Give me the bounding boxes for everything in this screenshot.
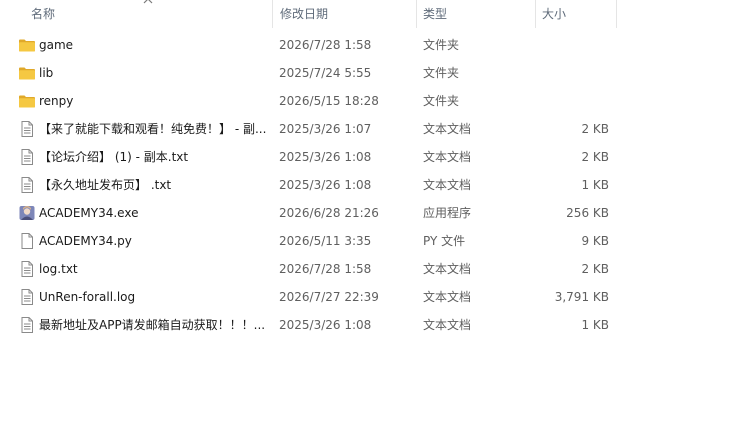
file-name: 最新地址及APP请发邮箱自动获取！！！...: [39, 318, 266, 332]
file-row[interactable]: 【来了就能下载和观看！纯免费！】 - 副... 2025/3/26 1:07 文本文…: [0, 115, 755, 143]
file-modified-date: 2026/7/28 1:58: [279, 262, 372, 276]
column-header-bar: 名称 修改日期 类型 大小: [0, 0, 755, 28]
file-size: [540, 59, 609, 87]
file-size: 9 KB: [581, 234, 609, 248]
file-name: ACADEMY34.exe: [39, 206, 139, 220]
file-row[interactable]: 【永久地址发布页】 .txt 2025/3/26 1:08 文本文档 1 KB: [0, 171, 755, 199]
column-header-date[interactable]: 修改日期: [280, 0, 415, 28]
file-name: ACADEMY34.py: [39, 234, 132, 248]
text-file-icon: [18, 149, 36, 165]
column-divider[interactable]: [535, 0, 536, 28]
text-file-icon: [18, 261, 36, 277]
folder-icon: [18, 37, 36, 53]
file-size: 3,791 KB: [554, 290, 609, 304]
file-modified-date: 2025/7/24 5:55: [279, 66, 372, 80]
blank-file-icon: [18, 233, 36, 249]
file-size: 1 KB: [581, 178, 609, 192]
file-name: 【论坛介绍】 (1) - 副本.txt: [39, 150, 189, 164]
file-size: 1 KB: [581, 318, 609, 332]
file-name: game: [39, 38, 74, 52]
folder-icon: [18, 65, 36, 81]
file-size: 2 KB: [581, 150, 609, 164]
file-type: 文件夹: [423, 38, 460, 52]
file-type: PY 文件: [423, 234, 466, 248]
file-size: 2 KB: [581, 262, 609, 276]
file-type: 文件夹: [423, 66, 460, 80]
column-header-name[interactable]: 名称: [31, 0, 271, 28]
file-name: 【永久地址发布页】 .txt: [39, 178, 172, 192]
column-header-type[interactable]: 类型: [423, 0, 533, 28]
file-type: 文本文档: [423, 122, 472, 136]
column-divider[interactable]: [616, 0, 617, 28]
file-modified-date: 2025/3/26 1:07: [279, 122, 372, 136]
text-file-icon: [18, 317, 36, 333]
file-name: UnRen-forall.log: [39, 290, 136, 304]
file-modified-date: 2026/5/11 3:35: [279, 234, 372, 248]
file-row[interactable]: lib 2025/7/24 5:55 文件夹: [0, 59, 755, 87]
folder-icon: [18, 93, 36, 109]
file-row[interactable]: ACADEMY34.exe 2026/6/28 21:26 应用程序 256 KB: [0, 199, 755, 227]
file-row[interactable]: game 2026/7/28 1:58 文件夹: [0, 31, 755, 59]
file-type: 文本文档: [423, 150, 472, 164]
file-name: renpy: [39, 94, 74, 108]
file-size: [540, 31, 609, 59]
file-size: [540, 87, 609, 115]
column-divider[interactable]: [416, 0, 417, 28]
column-header-size[interactable]: 大小: [542, 0, 612, 28]
file-modified-date: 2026/7/28 1:58: [279, 38, 372, 52]
file-name: log.txt: [39, 262, 78, 276]
file-modified-date: 2025/3/26 1:08: [279, 178, 372, 192]
application-icon: [18, 205, 36, 221]
text-file-icon: [18, 177, 36, 193]
file-row[interactable]: 最新地址及APP请发邮箱自动获取！！！... 2025/3/26 1:08 文本文档…: [0, 311, 755, 339]
file-name: lib: [39, 66, 54, 80]
file-modified-date: 2026/5/15 18:28: [279, 94, 379, 108]
file-type: 文件夹: [423, 94, 460, 108]
text-file-icon: [18, 289, 36, 305]
text-file-icon: [18, 121, 36, 137]
file-modified-date: 2025/3/26 1:08: [279, 318, 372, 332]
file-modified-date: 2026/7/27 22:39: [279, 290, 379, 304]
file-type: 文本文档: [423, 290, 472, 304]
file-row[interactable]: ACADEMY34.py 2026/5/11 3:35 PY 文件 9 KB: [0, 227, 755, 255]
file-type: 文本文档: [423, 262, 472, 276]
file-row[interactable]: log.txt 2026/7/28 1:58 文本文档 2 KB: [0, 255, 755, 283]
file-type: 文本文档: [423, 318, 472, 332]
file-size: 256 KB: [566, 206, 609, 220]
file-row[interactable]: 【论坛介绍】 (1) - 副本.txt 2025/3/26 1:08 文本文档 2 K…: [0, 143, 755, 171]
file-modified-date: 2025/3/26 1:08: [279, 150, 372, 164]
file-row[interactable]: UnRen-forall.log 2026/7/27 22:39 文本文档 3,791…: [0, 283, 755, 311]
file-modified-date: 2026/6/28 21:26: [279, 206, 379, 220]
file-type: 文本文档: [423, 178, 472, 192]
file-name: 【来了就能下载和观看！纯免费！】 - 副...: [39, 122, 267, 136]
file-type: 应用程序: [423, 206, 472, 220]
file-size: 2 KB: [581, 122, 609, 136]
file-row[interactable]: renpy 2026/5/15 18:28 文件夹: [0, 87, 755, 115]
column-divider[interactable]: [272, 0, 273, 28]
